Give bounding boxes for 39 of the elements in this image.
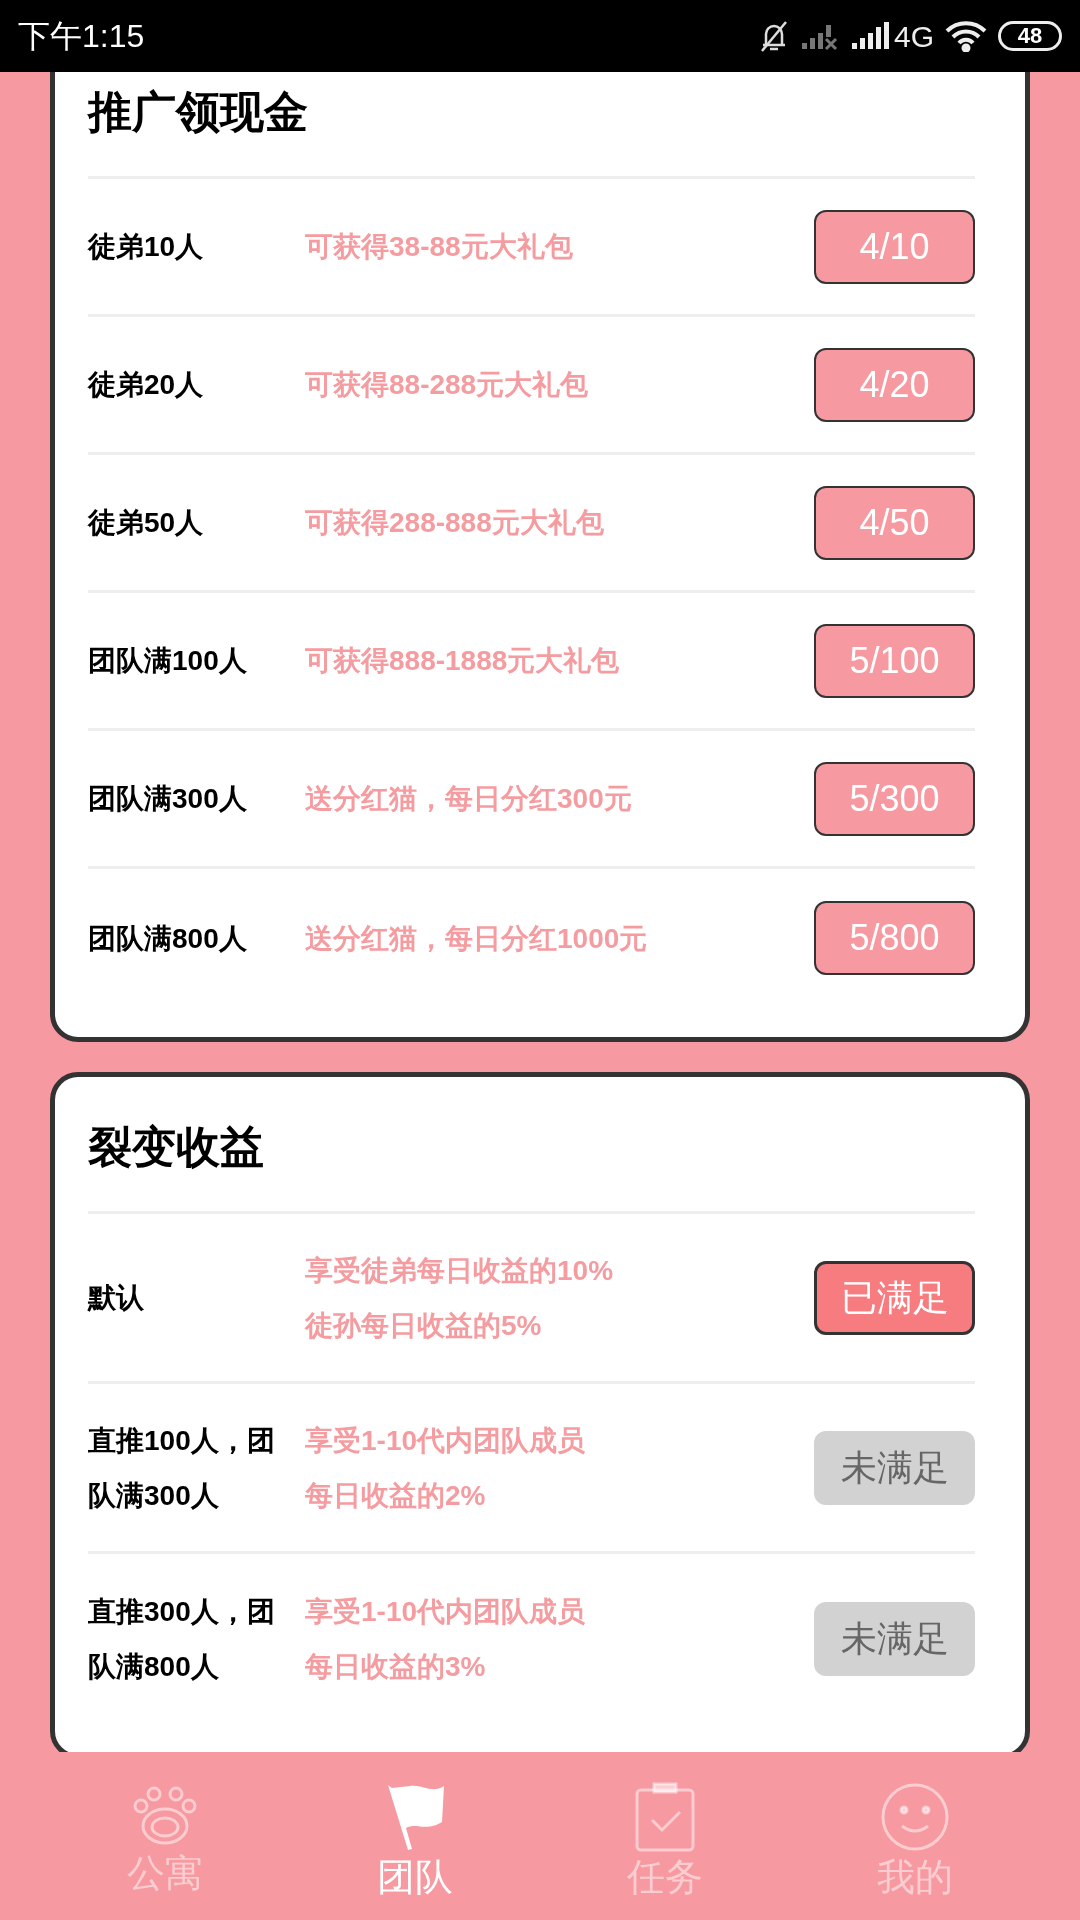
reward-description: 享受1-10代内团队成员 — [305, 1423, 587, 1458]
requirement-label: 默认 — [88, 1281, 145, 1315]
status-button[interactable]: 4/20 — [814, 347, 975, 422]
reward-description: 送分红猫，每日分红1000元 — [305, 921, 649, 956]
wifi-icon — [944, 20, 988, 52]
status-button[interactable]: 4/50 — [814, 485, 975, 560]
reward-description: 每日收益的2% — [305, 1478, 487, 1513]
requirement-label: 团队满100人 — [88, 644, 248, 678]
clock: 下午1:15 — [18, 17, 145, 56]
status-button[interactable]: 5/300 — [814, 761, 975, 836]
reward-description: 享受1-10代内团队成员 — [305, 1595, 587, 1629]
status-button[interactable]: 未满足 — [814, 1430, 975, 1505]
signal-icon — [849, 21, 890, 51]
requirement-label: 直推300人，团队满800人 — [88, 1595, 276, 1684]
reward-description: 每日收益的3% — [305, 1650, 487, 1684]
section-title: 裂变收益 — [88, 1117, 975, 1214]
status-button[interactable]: 已满足 — [814, 1260, 975, 1335]
status-button[interactable]: 5/800 — [814, 901, 975, 975]
requirement-label: 直推100人，团队满300人 — [88, 1423, 276, 1513]
reward-description: 可获得288-888元大礼包 — [305, 506, 605, 540]
tab[interactable]: 团队 — [290, 1782, 540, 1920]
reward-description: 可获得888-1888元大礼包 — [305, 644, 621, 678]
requirement-label: 徒弟10人 — [88, 230, 205, 264]
reward-description: 徒孙每日收益的5% — [305, 1308, 543, 1343]
requirement-label: 徒弟20人 — [88, 368, 205, 402]
reward-description: 享受徒弟每日收益的10% — [305, 1253, 615, 1288]
status-button[interactable]: 4/10 — [814, 209, 975, 284]
reward-description: 送分红猫，每日分红300元 — [305, 782, 633, 816]
requirement-label: 团队满800人 — [88, 921, 248, 956]
requirement-label: 团队满300人 — [88, 782, 248, 816]
reward-description: 可获得38-88元大礼包 — [305, 230, 574, 264]
status-button[interactable]: 未满足 — [814, 1602, 975, 1676]
section-title: 推广领现金 — [88, 82, 975, 179]
network-type: 4G — [893, 18, 934, 55]
smiley-icon — [880, 1782, 950, 1852]
battery-indicator: 48 — [998, 21, 1062, 51]
requirement-label: 徒弟50人 — [88, 506, 205, 540]
reward-description: 可获得88-288元大礼包 — [305, 368, 590, 402]
status-button[interactable]: 5/100 — [814, 623, 975, 698]
